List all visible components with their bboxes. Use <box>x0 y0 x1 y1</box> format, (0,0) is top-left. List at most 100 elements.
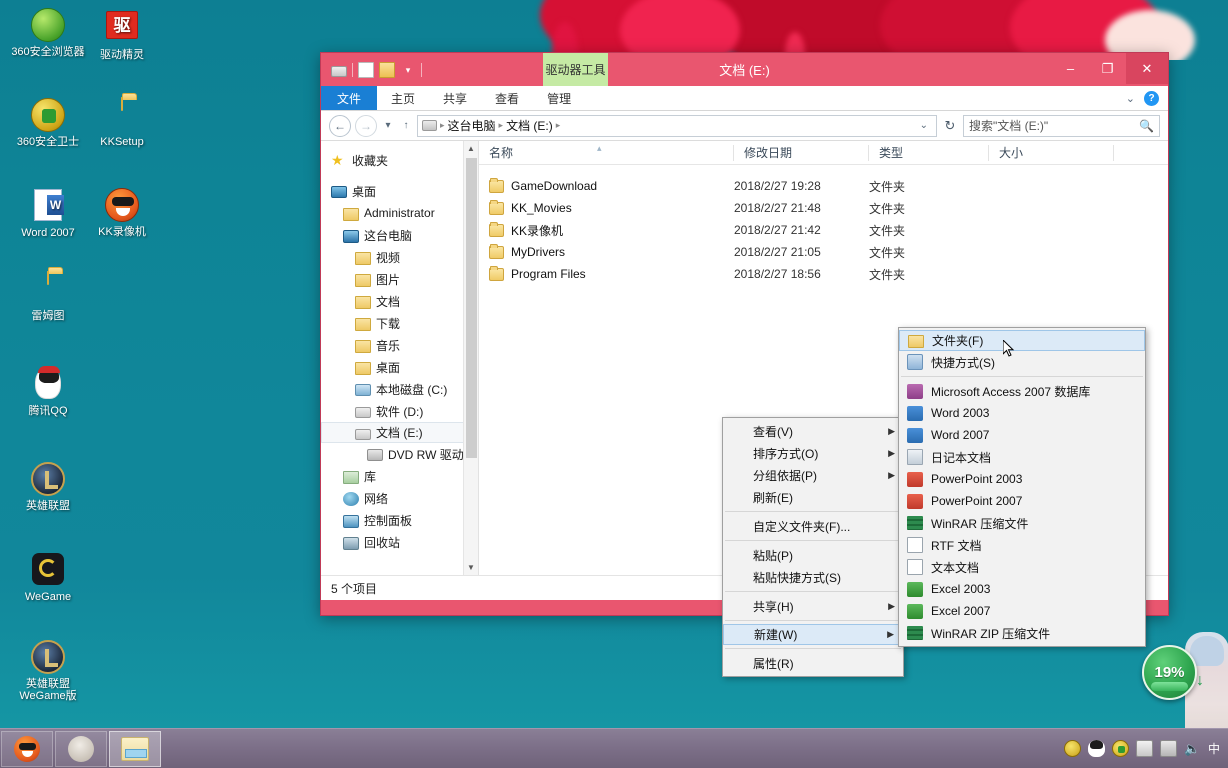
menu-item-new[interactable]: 新建(W) ▶ <box>723 624 903 645</box>
desktop-icon-league-of-legends[interactable]: 英雄联盟 <box>8 462 88 512</box>
sidebar-item-local-disk-c[interactable]: 本地磁盘 (C:) <box>321 378 478 400</box>
taskbar-button-app[interactable] <box>55 730 107 767</box>
sidebar-item-documents-e[interactable]: 文档 (E:) <box>321 422 476 443</box>
table-row[interactable]: MyDrivers 2018/2/27 21:05 文件夹 <box>479 241 1168 263</box>
breadcrumb-dropdown-icon[interactable]: ⌄ <box>916 120 932 131</box>
submenu-item-winrar-archive[interactable]: WinRAR 压缩文件 <box>899 512 1145 534</box>
scroll-down-icon[interactable]: ▼ <box>464 560 478 575</box>
qq-tray-icon[interactable] <box>1087 740 1105 757</box>
sidebar-item-administrator[interactable]: Administrator <box>321 202 478 224</box>
tab-file[interactable]: 文件 <box>321 86 378 110</box>
sidebar-item-downloads[interactable]: 下载 <box>321 312 478 334</box>
ime-indicator[interactable]: 中 <box>1208 740 1220 757</box>
sidebar-item-pictures[interactable]: 图片 <box>321 268 478 290</box>
desktop-icon-rem-pictures[interactable]: 雷姆图 <box>8 271 88 322</box>
sidebar-item-libraries[interactable]: 库 <box>321 465 478 487</box>
breadcrumb-item-documents-e[interactable]: 文档 (E:) <box>506 117 553 134</box>
file-name-cell[interactable]: Program Files <box>479 265 734 281</box>
sidebar-item-this-pc[interactable]: 这台电脑 <box>321 224 478 246</box>
menu-item-sort-by[interactable]: 排序方式(O) ▶ <box>723 442 903 464</box>
menu-item-share[interactable]: 共享(H) ▶ <box>723 595 903 617</box>
submenu-item-text-document[interactable]: 文本文档 <box>899 556 1145 578</box>
taskbar[interactable]: 🔈 中 <box>0 728 1228 768</box>
forward-button[interactable]: → <box>355 114 377 137</box>
desktop-icon-lol-wegame[interactable]: 英雄联盟 WeGame版 <box>8 640 88 702</box>
file-rows[interactable]: GameDownload 2018/2/27 19:28 文件夹 KK_Movi… <box>479 165 1168 285</box>
sidebar-item-recycle-bin[interactable]: 回收站 <box>321 531 478 553</box>
table-row[interactable]: KK录像机 2018/2/27 21:42 文件夹 <box>479 219 1168 241</box>
file-name-cell[interactable]: MyDrivers <box>479 243 734 259</box>
desktop-context-menu[interactable]: 查看(V) ▶ 排序方式(O) ▶ 分组依据(P) ▶ 刷新(E) 自定义文件夹… <box>722 417 904 677</box>
desktop-icon-360-security[interactable]: 360安全卫士 <box>8 98 88 148</box>
search-input[interactable]: 搜索"文档 (E:)" 🔍 <box>963 114 1160 137</box>
desktop-icon-kksetup[interactable]: KKSetup <box>82 97 162 148</box>
window-controls[interactable]: – ❐ ✕ <box>1052 53 1168 86</box>
menu-item-customize-folder[interactable]: 自定义文件夹(F)... <box>723 515 903 537</box>
close-button[interactable]: ✕ <box>1126 53 1168 84</box>
table-row[interactable]: Program Files 2018/2/27 18:56 文件夹 <box>479 263 1168 285</box>
sidebar-item-music[interactable]: 音乐 <box>321 334 478 356</box>
sidebar-item-videos[interactable]: 视频 <box>321 246 478 268</box>
usb-device-tray-icon[interactable] <box>1135 740 1153 757</box>
recent-locations-icon[interactable]: ▾ <box>381 120 395 131</box>
breadcrumb-item-this-pc[interactable]: 这台电脑 <box>448 117 496 134</box>
ribbon-tab-strip[interactable]: 文件 主页 共享 查看 管理 ⌄ ? <box>321 86 1168 111</box>
desktop-icon-word-2007[interactable]: W Word 2007 <box>8 188 88 239</box>
volume-tray-icon[interactable]: 🔈 <box>1184 740 1201 757</box>
submenu-item-journal-document[interactable]: 日记本文档 <box>899 446 1145 468</box>
scrollbar-thumb[interactable] <box>466 158 477 458</box>
submenu-item-access-2007-database[interactable]: Microsoft Access 2007 数据库 <box>899 380 1145 402</box>
customize-dropdown-icon[interactable]: ▾ <box>400 62 416 78</box>
navigation-pane[interactable]: ★ 收藏夹 桌面 Administrator 这台电脑 视频 图片 文档 下载 … <box>321 141 479 575</box>
sidebar-item-network[interactable]: 网络 <box>321 487 478 509</box>
desktop-icon-kk-recorder[interactable]: KK录像机 <box>82 188 162 238</box>
tab-view[interactable]: 查看 <box>481 86 533 110</box>
desktop-icon-wegame[interactable]: WeGame <box>8 552 88 603</box>
back-button[interactable]: ← <box>329 114 351 137</box>
column-header-size[interactable]: 大小 <box>989 141 1114 165</box>
menu-item-properties[interactable]: 属性(R) <box>723 652 903 674</box>
sidebar-item-desktop-folder[interactable]: 桌面 <box>321 356 478 378</box>
maximize-button[interactable]: ❐ <box>1089 53 1126 84</box>
column-headers[interactable]: 名称 修改日期 类型 大小 ▴ <box>479 141 1168 165</box>
download-progress-bubble[interactable]: 19% <box>1142 645 1197 700</box>
column-header-name[interactable]: 名称 <box>479 141 734 165</box>
menu-item-group-by[interactable]: 分组依据(P) ▶ <box>723 464 903 486</box>
menu-item-view[interactable]: 查看(V) ▶ <box>723 420 903 442</box>
desktop[interactable]: 360安全浏览器 驱 驱动精灵 360安全卫士 KKSetup W Word 2… <box>0 0 1228 768</box>
system-tray[interactable]: 🔈 中 <box>1063 740 1228 757</box>
security-360-tray-icon[interactable] <box>1111 740 1129 757</box>
table-row[interactable]: GameDownload 2018/2/27 19:28 文件夹 <box>479 175 1168 197</box>
scroll-up-icon[interactable]: ▲ <box>464 141 478 156</box>
navigation-tree[interactable]: ★ 收藏夹 桌面 Administrator 这台电脑 视频 图片 文档 下载 … <box>321 141 478 553</box>
column-header-date[interactable]: 修改日期 <box>734 141 869 165</box>
menu-item-paste[interactable]: 粘贴(P) <box>723 544 903 566</box>
tab-share[interactable]: 共享 <box>429 86 481 110</box>
submenu-item-excel-2003[interactable]: Excel 2003 <box>899 578 1145 600</box>
help-icon[interactable]: ? <box>1144 90 1159 106</box>
quick-access-toolbar[interactable]: ▾ <box>321 61 422 78</box>
properties-icon[interactable] <box>379 61 395 78</box>
contextual-tab-drive-tools[interactable]: 驱动器工具 <box>543 53 608 86</box>
tab-home[interactable]: 主页 <box>377 86 429 110</box>
sidebar-item-control-panel[interactable]: 控制面板 <box>321 509 478 531</box>
table-row[interactable]: KK_Movies 2018/2/27 21:48 文件夹 <box>479 197 1168 219</box>
search-icon[interactable]: 🔍 <box>1139 119 1154 133</box>
navigation-scrollbar[interactable]: ▲ ▼ <box>463 141 478 575</box>
file-name-cell[interactable]: KK录像机 <box>479 221 734 239</box>
sidebar-item-documents[interactable]: 文档 <box>321 290 478 312</box>
submenu-item-word-2007[interactable]: Word 2007 <box>899 424 1145 446</box>
new-folder-icon[interactable] <box>358 61 374 78</box>
wegame-tray-icon[interactable] <box>1063 740 1081 757</box>
submenu-item-word-2003[interactable]: Word 2003 <box>899 402 1145 424</box>
menu-item-paste-shortcut[interactable]: 粘贴快捷方式(S) <box>723 566 903 588</box>
submenu-item-shortcut[interactable]: 快捷方式(S) <box>899 351 1145 373</box>
file-name-cell[interactable]: GameDownload <box>479 177 734 193</box>
submenu-item-rtf-document[interactable]: RTF 文档 <box>899 534 1145 556</box>
desktop-icon-360-browser[interactable]: 360安全浏览器 <box>8 8 88 58</box>
sidebar-item-dvd-rw-drive[interactable]: DVD RW 驱动 <box>321 443 478 465</box>
sidebar-item-software-d[interactable]: 软件 (D:) <box>321 400 478 422</box>
tab-manage[interactable]: 管理 <box>533 86 585 110</box>
submenu-item-excel-2007[interactable]: Excel 2007 <box>899 600 1145 622</box>
address-bar-row[interactable]: ← → ▾ ↑ ▸ 这台电脑 ▸ 文档 (E:) ▸ ⌄ ↻ 搜索"文档 (E:… <box>321 111 1168 141</box>
